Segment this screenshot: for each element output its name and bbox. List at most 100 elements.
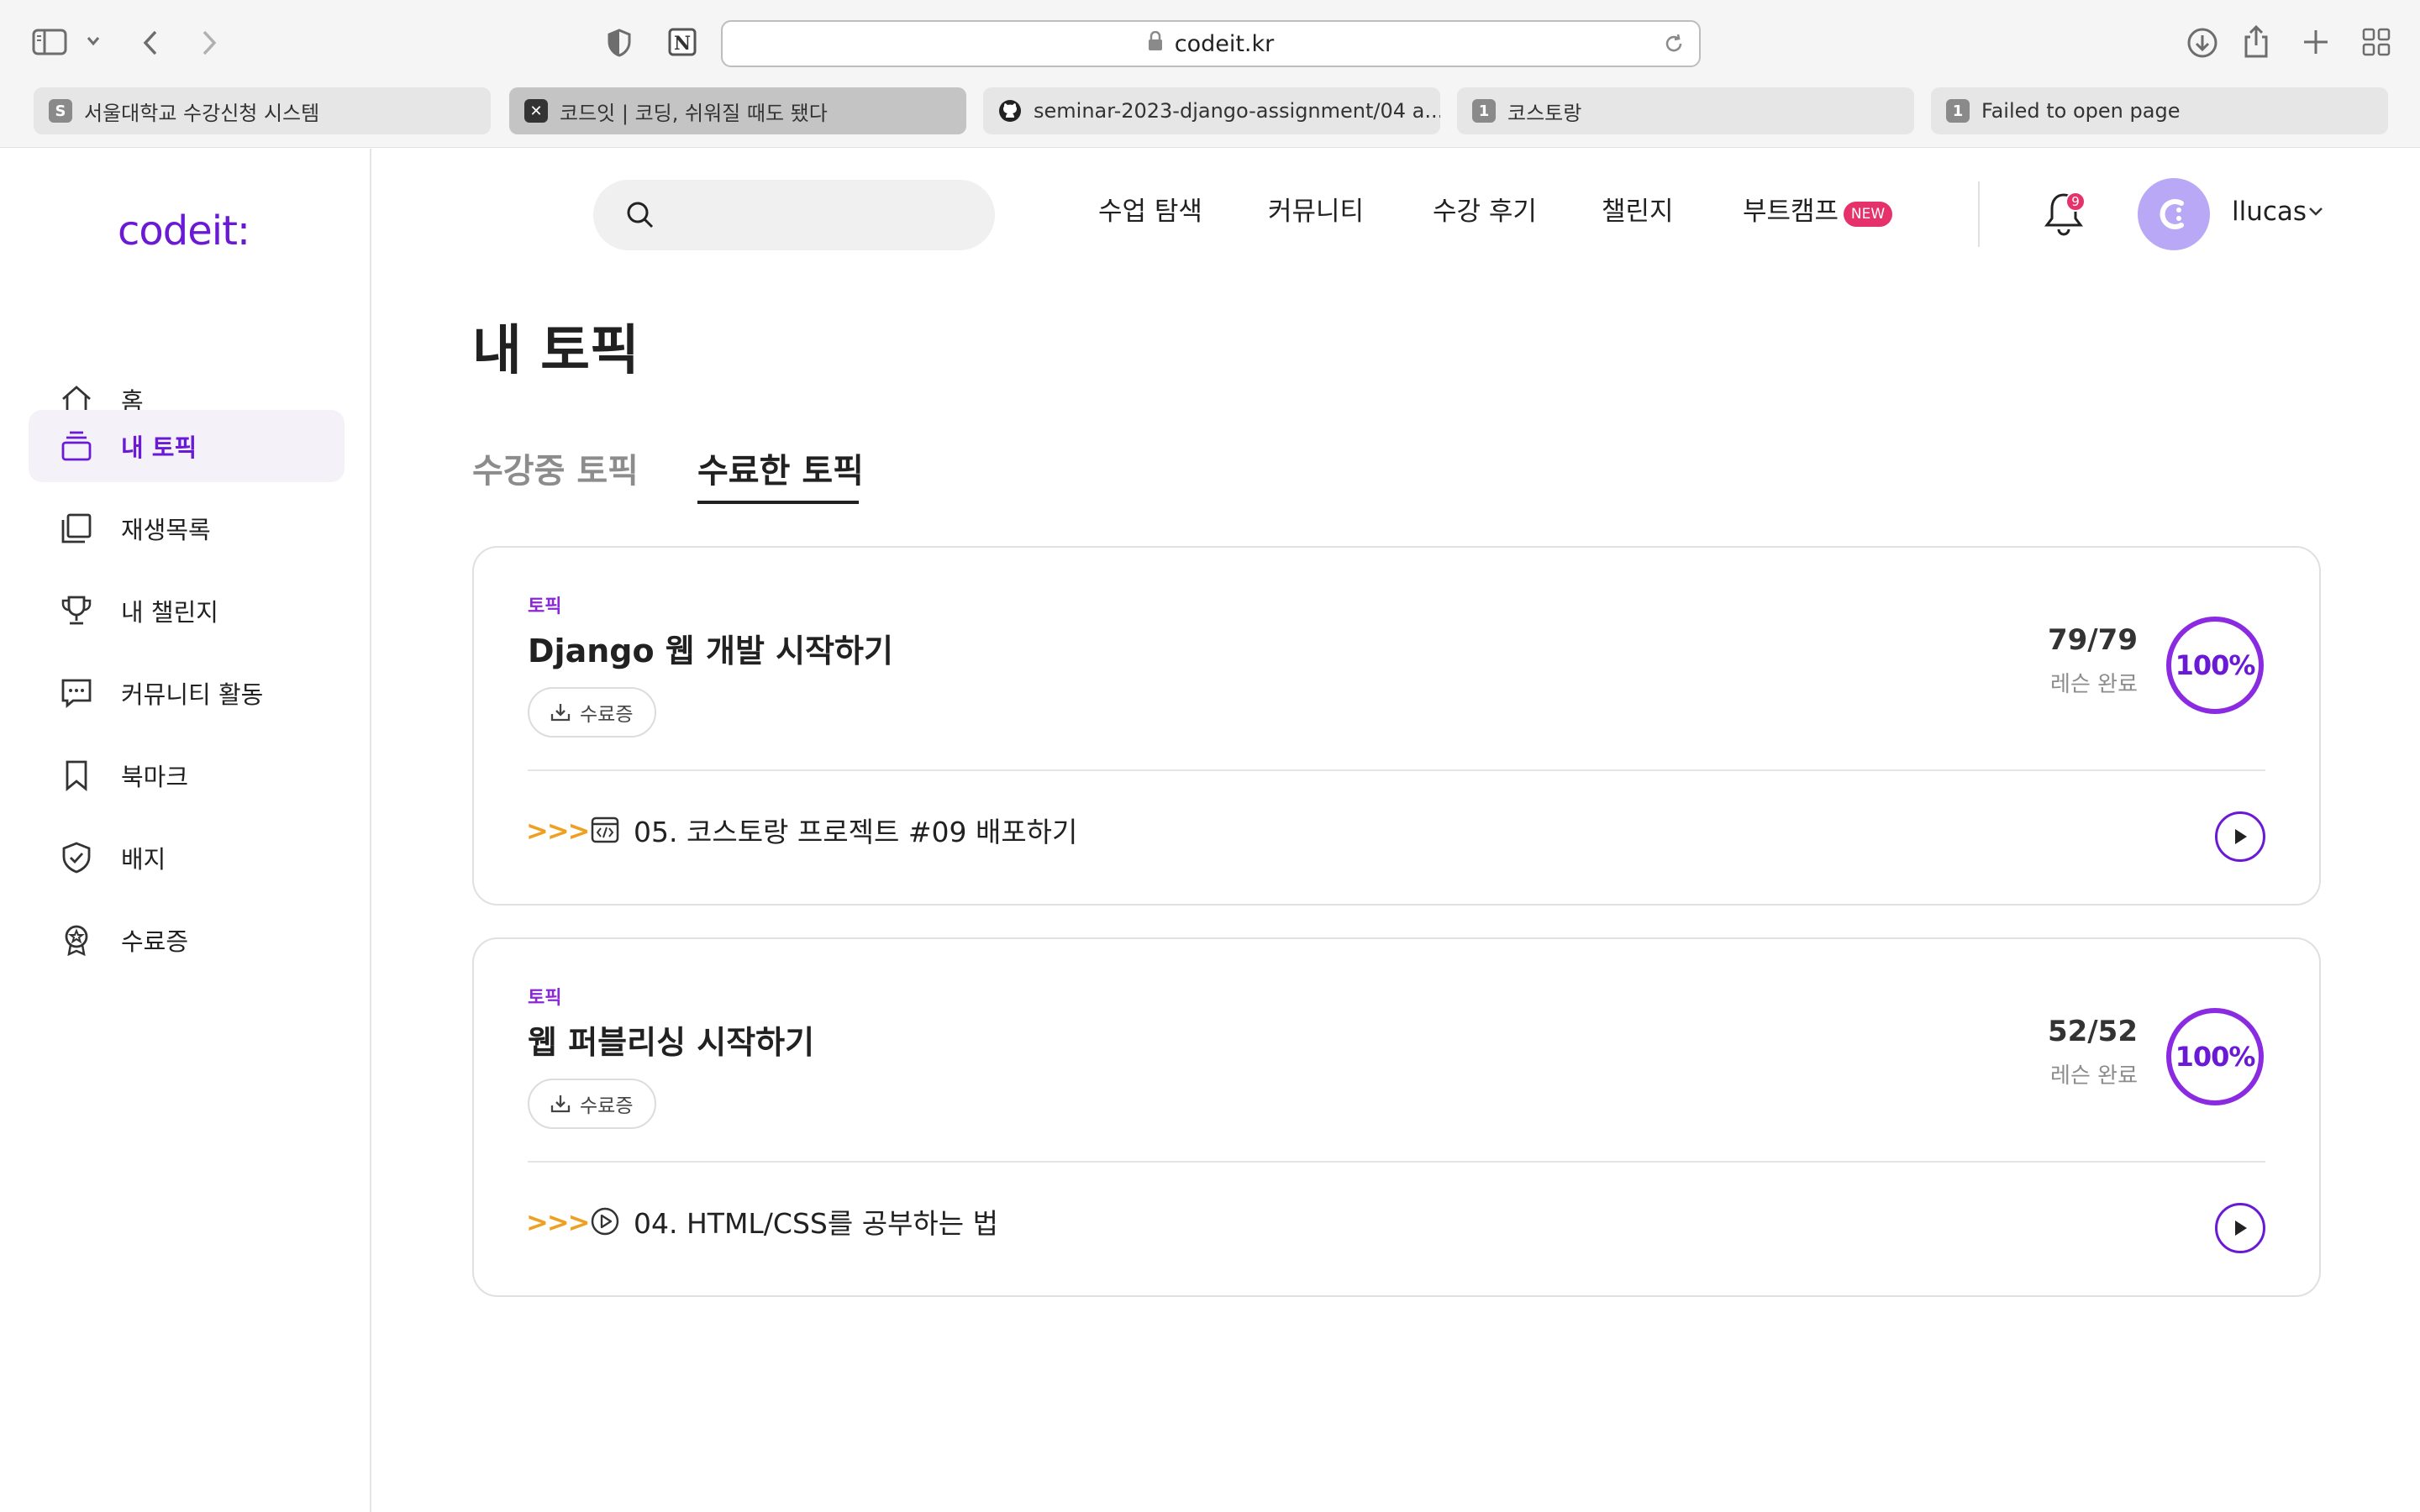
nav-challenge[interactable]: 챌린지: [1602, 190, 1674, 228]
certificate-button-label: 수료증: [580, 704, 634, 726]
tab-title: 코드잇 | 코딩, 쉬워질 때도 됐다: [560, 101, 828, 125]
chat-icon: [59, 675, 94, 711]
address-bar[interactable]: codeit.kr: [721, 20, 1701, 67]
downloads-icon[interactable]: [2186, 27, 2218, 59]
tab-favicon: 1: [1946, 99, 1970, 123]
badge-icon: [59, 840, 94, 875]
topic-title[interactable]: Django 웹 개발 시작하기: [528, 625, 893, 671]
search-input[interactable]: [593, 180, 995, 250]
certificate-download-button[interactable]: 수료증: [528, 687, 657, 738]
sidebar-item-label: 커뮤니티 활동: [121, 680, 264, 709]
certificate-icon: [59, 922, 94, 958]
certificate-button-label: 수료증: [580, 1095, 634, 1117]
continue-arrows-icon: >>>: [526, 815, 590, 847]
privacy-shield-icon[interactable]: [607, 29, 632, 57]
card-divider: [528, 1161, 2265, 1163]
topic-title[interactable]: 웹 퍼블리싱 시작하기: [528, 1016, 814, 1063]
nav-bootcamp[interactable]: 부트캠프: [1743, 190, 1839, 228]
progress-percent: 100%: [2175, 649, 2256, 681]
video-play-icon: [590, 1206, 620, 1240]
sidebar-item-playlist[interactable]: 재생목록: [29, 492, 345, 564]
play-button[interactable]: [2215, 811, 2265, 862]
continue-arrows-icon: >>>: [526, 1206, 590, 1238]
tab-completed[interactable]: 수료한 토픽: [697, 444, 864, 492]
topic-card[interactable]: 토픽 Django 웹 개발 시작하기 수료증 79/79 레슨 완료 100%…: [472, 546, 2321, 906]
sidebar: codeit: 홈 내 토픽 재생목록 내 챌린지 커뮤니티 활동 북마크 배지…: [0, 149, 371, 1512]
browser-tab-active[interactable]: ✕ 코드잇 | 코딩, 쉬워질 때도 됐다: [509, 87, 966, 134]
play-button[interactable]: [2215, 1203, 2265, 1253]
notification-count-badge: 9: [2065, 192, 2086, 212]
sidebar-item-label: 배지: [121, 845, 166, 874]
username[interactable]: llucas: [2232, 197, 2307, 227]
tab-title: Failed to open page: [1981, 99, 2181, 123]
github-icon: [998, 99, 1022, 123]
tab-title: 서울대학교 수강신청 시스템: [84, 101, 320, 125]
notion-icon[interactable]: N: [667, 27, 697, 57]
certificate-download-button[interactable]: 수료증: [528, 1079, 657, 1129]
browser-tab[interactable]: S 서울대학교 수강신청 시스템: [34, 87, 491, 134]
tab-favicon: ✕: [524, 99, 548, 123]
last-lesson-title[interactable]: 04. HTML/CSS를 공부하는 법: [634, 1201, 998, 1242]
trophy-icon: [59, 593, 94, 628]
tab-favicon: 1: [1472, 99, 1496, 123]
avatar[interactable]: [2138, 178, 2210, 250]
svg-text:N: N: [674, 33, 691, 55]
sidebar-item-my-topics[interactable]: 내 토픽: [29, 410, 345, 482]
lesson-count: 52/52: [2047, 1015, 2138, 1048]
url-text: codeit.kr: [1174, 30, 1275, 57]
forward-icon[interactable]: [200, 29, 218, 57]
browser-tab[interactable]: 1 코스토랑: [1457, 87, 1914, 134]
download-icon: [550, 704, 571, 722]
reload-icon[interactable]: [1662, 32, 1686, 61]
browser-tab[interactable]: 1 Failed to open page: [1931, 87, 2388, 134]
sidebar-item-challenge[interactable]: 내 챌린지: [29, 575, 345, 647]
new-badge: NEW: [1844, 202, 1892, 227]
topic-label: 토픽: [528, 988, 562, 1009]
lesson-count: 79/79: [2047, 623, 2138, 657]
tab-title: 코스토랑: [1507, 101, 1582, 125]
nav-community[interactable]: 커뮤니티: [1268, 190, 1364, 228]
page-title: 내 토픽: [472, 320, 639, 382]
tab-in-progress[interactable]: 수강중 토픽: [472, 444, 639, 492]
avatar-logo-icon: [2160, 199, 2184, 229]
play-icon: [2235, 829, 2247, 844]
sidebar-item-community[interactable]: 커뮤니티 활동: [29, 657, 345, 729]
topics-icon: [59, 428, 94, 464]
play-icon: [2235, 1221, 2247, 1236]
back-icon[interactable]: [141, 29, 160, 57]
sidebar-item-label: 수료증: [121, 927, 189, 956]
lock-icon: [1148, 30, 1163, 57]
nav-reviews[interactable]: 수강 후기: [1433, 190, 1537, 228]
card-divider: [528, 769, 2265, 771]
tab-overview-icon[interactable]: [2361, 27, 2391, 57]
chevron-down-icon[interactable]: [86, 35, 101, 47]
header-divider: [1978, 181, 1980, 247]
last-lesson-title[interactable]: 05. 코스토랑 프로젝트 #09 배포하기: [634, 810, 1077, 850]
download-icon: [550, 1095, 571, 1113]
sidebar-toggle-icon[interactable]: [32, 27, 67, 57]
share-icon[interactable]: [2242, 24, 2270, 59]
search-icon: [623, 198, 657, 235]
tab-selected-underline: [697, 501, 859, 504]
tab-favicon: S: [49, 99, 72, 123]
bookmark-icon: [59, 758, 94, 793]
sidebar-item-badge[interactable]: 배지: [29, 822, 345, 894]
lesson-count-label: 레슨 완료: [2050, 1063, 2138, 1089]
sidebar-item-label: 내 토픽: [121, 433, 197, 462]
tab-title: seminar-2023-django-assignment/04 a...: [1034, 99, 1440, 123]
playlist-icon: [59, 511, 94, 546]
new-tab-icon[interactable]: [2302, 29, 2329, 55]
sidebar-item-bookmark[interactable]: 북마크: [29, 739, 345, 811]
nav-explore-classes[interactable]: 수업 탐색: [1098, 190, 1202, 228]
sidebar-item-label: 북마크: [121, 763, 189, 791]
sidebar-item-certificate[interactable]: 수료증: [29, 904, 345, 976]
codeit-logo[interactable]: codeit:: [118, 207, 250, 255]
sidebar-item-label: 내 챌린지: [121, 598, 218, 627]
browser-tab[interactable]: seminar-2023-django-assignment/04 a...: [983, 87, 1440, 134]
sidebar-item-label: 재생목록: [121, 516, 211, 544]
browser-chrome: N codeit.kr S 서울대학교 수강신청 시스템 ✕ 코드잇 | 코딩,…: [0, 0, 2420, 148]
lesson-count-label: 레슨 완료: [2050, 672, 2138, 697]
topic-label: 토픽: [528, 596, 562, 617]
topic-card[interactable]: 토픽 웹 퍼블리싱 시작하기 수료증 52/52 레슨 완료 100% >>> …: [472, 937, 2321, 1297]
chevron-down-icon[interactable]: [2307, 205, 2324, 221]
